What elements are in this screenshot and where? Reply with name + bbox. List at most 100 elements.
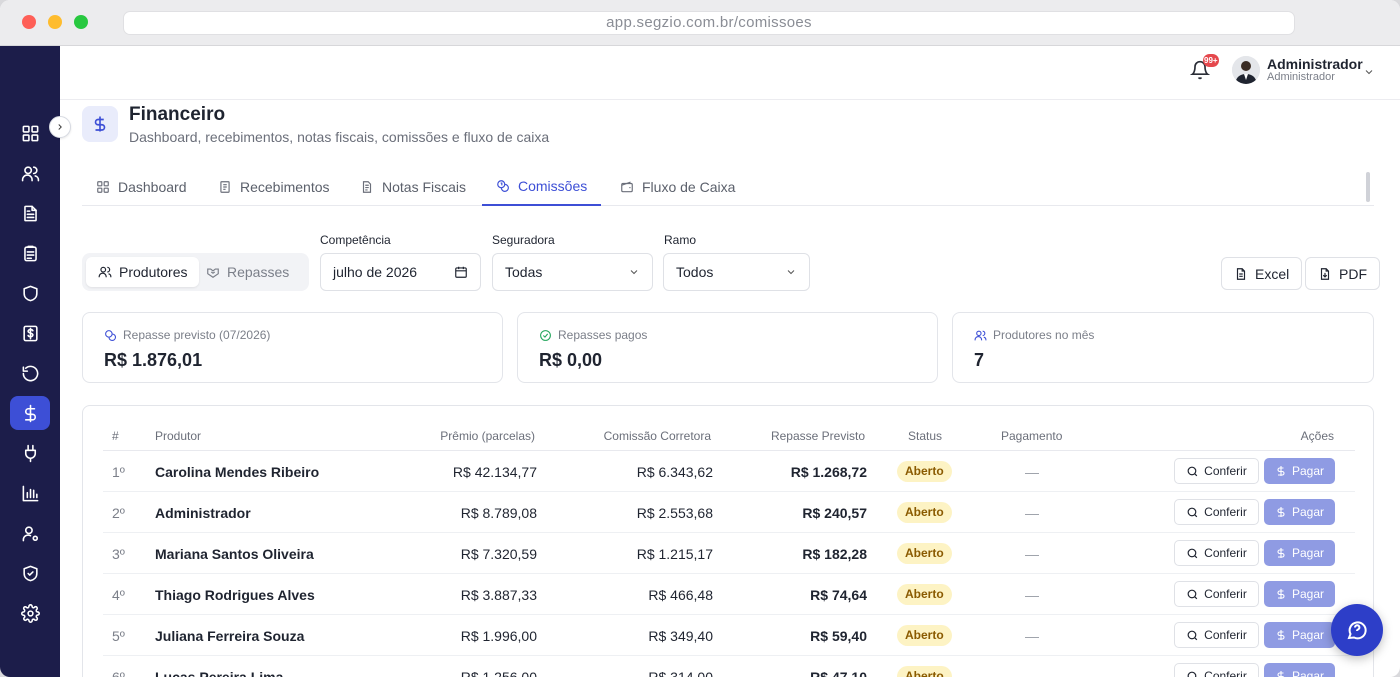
header-produtor[interactable]: Produtor	[155, 429, 201, 443]
pagar-button[interactable]: Pagar	[1264, 540, 1335, 566]
sidebar-item-documents[interactable]	[10, 196, 50, 230]
conferir-button[interactable]: Conferir	[1174, 458, 1259, 484]
cell-rank: 6º	[112, 669, 125, 677]
cell-premio: R$ 7.320,59	[460, 546, 537, 562]
bar-chart-icon	[22, 485, 38, 501]
cell-premio: R$ 3.887,33	[460, 587, 537, 603]
tab-scrollbar[interactable]	[1366, 172, 1370, 202]
seguradora-select[interactable]: Todas	[492, 253, 653, 291]
table-row: 3º Mariana Santos Oliveira R$ 7.320,59 R$ 1…	[103, 533, 1355, 574]
export-excel-button[interactable]: Excel	[1221, 257, 1303, 290]
toggle-repasses[interactable]: Repasses	[194, 257, 301, 287]
cell-rank: 5º	[112, 628, 125, 644]
cell-premio: R$ 8.789,08	[460, 505, 537, 521]
maximize-window-button[interactable]	[74, 15, 88, 29]
user-name[interactable]: Administrador	[1267, 56, 1363, 72]
seguradora-value: Todas	[505, 264, 543, 280]
status-badge: Aberto	[897, 461, 952, 482]
conferir-button[interactable]: Conferir	[1174, 499, 1259, 525]
search-icon	[1187, 507, 1198, 517]
header-status: Status	[908, 429, 943, 443]
pagar-button[interactable]: Pagar	[1264, 622, 1335, 648]
chevron-down-icon	[1365, 70, 1373, 75]
pagar-button[interactable]: Pagar	[1264, 499, 1335, 525]
tab-recebimentos[interactable]: Recebimentos	[204, 168, 344, 206]
header-repasse[interactable]: Repasse Previsto	[771, 429, 865, 443]
dollar-icon	[1277, 589, 1285, 599]
minimize-window-button[interactable]	[48, 15, 62, 29]
refresh-icon	[22, 365, 38, 381]
competencia-input[interactable]: julho de 2026	[320, 253, 481, 291]
summary-card-repasses-pagos: Repasses pagos R$ 0,00	[517, 312, 938, 383]
seguradora-label: Seguradora	[492, 233, 555, 247]
conferir-label: Conferir	[1204, 546, 1247, 560]
cell-repasse: R$ 240,57	[802, 505, 867, 521]
tab-fluxo-de-caixa[interactable]: Fluxo de Caixa	[606, 168, 749, 206]
card-value: R$ 0,00	[539, 350, 603, 370]
header-comissao[interactable]: Comissão Corretora	[604, 429, 711, 443]
user-avatar-icon	[1232, 56, 1260, 84]
coins-icon	[497, 180, 509, 192]
tab-label: Fluxo de Caixa	[642, 179, 736, 195]
conferir-label: Conferir	[1204, 628, 1247, 642]
tab-comissoes[interactable]: Comissões	[482, 168, 602, 206]
cell-repasse: R$ 47,10	[810, 669, 867, 677]
card-label: Repasses pagos	[539, 328, 647, 342]
sidebar-item-tasks[interactable]	[10, 236, 50, 270]
file-download-icon	[1320, 267, 1330, 280]
page-icon	[82, 106, 118, 142]
conferir-button[interactable]: Conferir	[1174, 540, 1259, 566]
calendar-icon[interactable]	[454, 265, 468, 279]
sidebar-item-integrations[interactable]	[10, 436, 50, 470]
help-chat-button[interactable]	[1331, 604, 1383, 656]
pagar-button[interactable]: Pagar	[1264, 581, 1335, 607]
close-window-button[interactable]	[22, 15, 36, 29]
cell-pagamento: —	[1025, 587, 1039, 603]
toggle-label: Repasses	[227, 264, 290, 280]
sidebar-item-security[interactable]	[10, 556, 50, 590]
conferir-button[interactable]: Conferir	[1174, 581, 1259, 607]
card-label-text: Produtores no mês	[993, 328, 1095, 342]
conferir-button[interactable]: Conferir	[1174, 622, 1259, 648]
export-pdf-button[interactable]: PDF	[1305, 257, 1380, 290]
dollar-icon	[24, 404, 36, 422]
sidebar-item-financeiro[interactable]	[10, 396, 50, 430]
conferir-label: Conferir	[1204, 505, 1247, 519]
sidebar-item-settings[interactable]	[10, 596, 50, 630]
sidebar-item-billing[interactable]	[10, 316, 50, 350]
header-premio[interactable]: Prêmio (parcelas)	[440, 429, 535, 443]
sidebar-item-user-settings[interactable]	[10, 516, 50, 550]
sidebar-item-dashboard[interactable]	[10, 116, 50, 150]
cell-produtor: Mariana Santos Oliveira	[155, 546, 314, 562]
chevron-right-icon	[58, 124, 62, 130]
tab-dashboard[interactable]: Dashboard	[82, 168, 201, 206]
search-icon	[1187, 589, 1198, 599]
sidebar-item-reports[interactable]	[10, 476, 50, 510]
sidebar-item-clients[interactable]	[10, 156, 50, 190]
search-icon	[1187, 630, 1198, 640]
pagar-label: Pagar	[1291, 464, 1325, 478]
pagar-button[interactable]: Pagar	[1264, 458, 1335, 484]
header-rank: #	[112, 429, 119, 443]
pagar-button[interactable]: Pagar	[1264, 663, 1335, 677]
tab-label: Dashboard	[118, 179, 187, 195]
shield-icon	[22, 285, 38, 301]
toggle-produtores[interactable]: Produtores	[86, 257, 200, 287]
sidebar-toggle-button[interactable]	[49, 116, 71, 138]
receipt-dollar-icon	[22, 325, 38, 341]
conferir-label: Conferir	[1204, 464, 1247, 478]
grid-icon	[97, 181, 109, 193]
address-bar[interactable]: app.segzio.com.br/comissoes	[123, 11, 1295, 35]
conferir-button[interactable]: Conferir	[1174, 663, 1259, 677]
sidebar-item-renewals[interactable]	[10, 356, 50, 390]
users-icon	[21, 165, 39, 181]
search-icon	[1187, 671, 1197, 677]
cell-rank: 1º	[112, 464, 125, 480]
pagar-label: Pagar	[1291, 628, 1325, 642]
cell-repasse: R$ 59,40	[810, 628, 867, 644]
ramo-select[interactable]: Todos	[663, 253, 810, 291]
avatar[interactable]	[1232, 56, 1260, 84]
sidebar-item-policies[interactable]	[10, 276, 50, 310]
user-menu-toggle[interactable]	[1363, 65, 1375, 77]
tab-notas-fiscais[interactable]: Notas Fiscais	[346, 168, 480, 206]
